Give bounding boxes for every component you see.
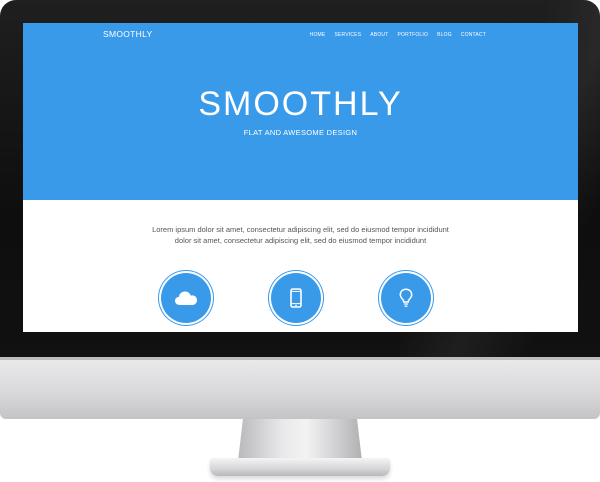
monitor-mockup: SMOOTHLY HOME SERVICES ABOUT PORTFOLIO B… xyxy=(0,0,600,482)
nav-item-contact[interactable]: CONTACT xyxy=(461,32,486,38)
nav-item-about[interactable]: ABOUT xyxy=(370,32,388,38)
hero-section: SMOOTHLY HOME SERVICES ABOUT PORTFOLIO B… xyxy=(23,23,578,200)
monitor-chin xyxy=(0,357,600,419)
mobile-phone-icon xyxy=(290,288,302,308)
nav-item-blog[interactable]: BLOG xyxy=(437,32,452,38)
nav-item-home[interactable]: HOME xyxy=(310,32,326,38)
features-row xyxy=(23,273,578,332)
hero-subtitle: FLAT AND AWESOME DESIGN xyxy=(243,128,358,137)
intro-text: Lorem ipsum dolor sit amet, consectetur … xyxy=(23,224,578,246)
hero-title: SMOOTHLY xyxy=(198,85,403,123)
lightbulb-icon xyxy=(399,288,413,307)
monitor-stand-base xyxy=(210,458,390,476)
nav-item-services[interactable]: SERVICES xyxy=(334,32,361,38)
nav-item-portfolio[interactable]: PORTFOLIO xyxy=(397,32,428,38)
site-brand[interactable]: SMOOTHLY xyxy=(103,29,152,39)
cloud-icon xyxy=(175,291,197,305)
feature-lightbulb-button[interactable] xyxy=(381,273,431,323)
intro-line: dolor sit amet, consectetur adipiscing e… xyxy=(174,236,427,245)
monitor-stand-neck xyxy=(238,419,362,461)
feature-mobile-button[interactable] xyxy=(271,273,321,323)
main-nav: HOME SERVICES ABOUT PORTFOLIO BLOG CONTA… xyxy=(310,32,486,38)
monitor-screen: SMOOTHLY HOME SERVICES ABOUT PORTFOLIO B… xyxy=(23,23,578,332)
intro-line: Lorem ipsum dolor sit amet, consectetur … xyxy=(152,225,449,234)
feature-cloud-button[interactable] xyxy=(161,273,211,323)
